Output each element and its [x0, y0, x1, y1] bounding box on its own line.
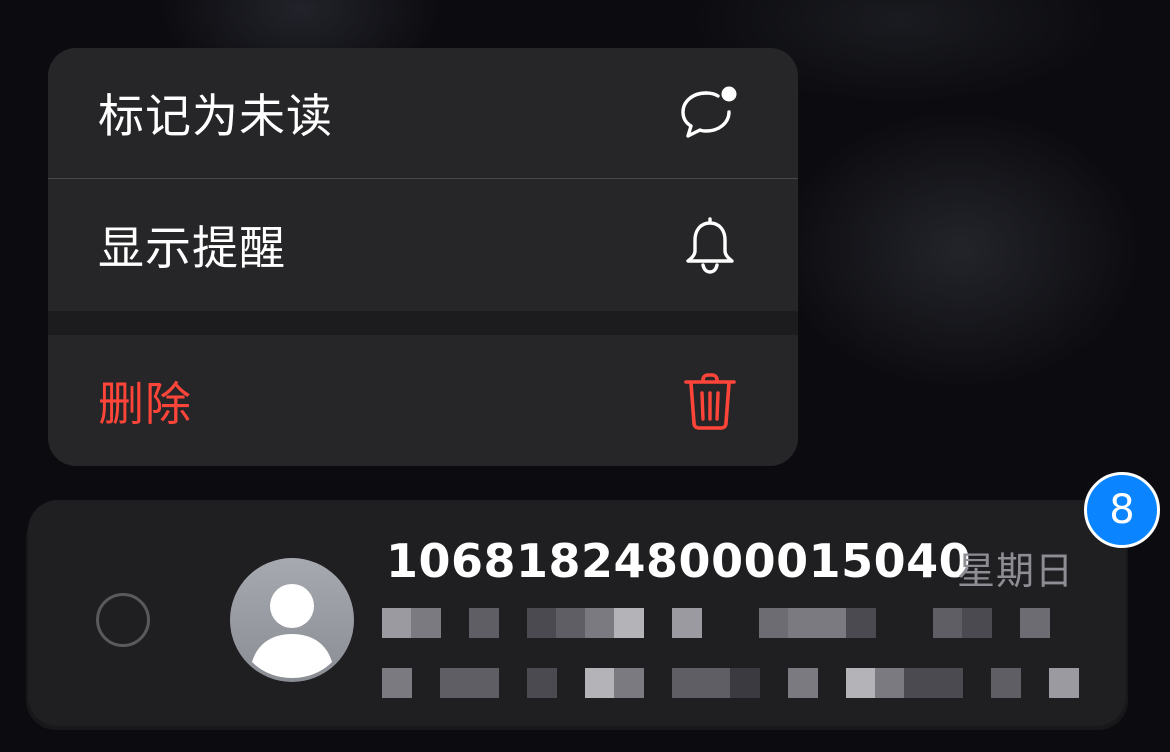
- preview-pixel: [730, 668, 760, 698]
- chat-bubble-dot-icon: [678, 81, 742, 145]
- preview-pixel: [788, 668, 818, 698]
- preview-pixel: [759, 608, 789, 638]
- preview-pixel: [846, 668, 876, 698]
- preview-pixel: [585, 608, 615, 638]
- preview-pixel: [962, 608, 992, 638]
- preview-pixel: [1049, 668, 1079, 698]
- preview-pixel: [817, 608, 847, 638]
- preview-pixel: [527, 668, 557, 698]
- select-checkbox[interactable]: [96, 593, 150, 647]
- preview-pixel: [469, 668, 499, 698]
- message-date: 星期日: [956, 549, 1074, 593]
- context-menu: 标记为未读 显示提醒 删除: [48, 48, 798, 466]
- preview-pixel: [411, 608, 441, 638]
- preview-pixel: [614, 608, 644, 638]
- preview-pixel: [933, 608, 963, 638]
- preview-pixel: [933, 668, 963, 698]
- preview-pixel: [556, 608, 586, 638]
- preview-pixel: [672, 608, 702, 638]
- unread-count-badge: 8: [1084, 472, 1160, 548]
- menu-item-label: 显示提醒: [98, 221, 286, 275]
- menu-item-label: 删除: [98, 376, 192, 431]
- preview-pixel: [382, 608, 412, 638]
- preview-pixel: [701, 668, 731, 698]
- pixelated-preview-icon: [382, 608, 1082, 704]
- menu-item-show-alerts[interactable]: 显示提醒: [48, 179, 798, 311]
- preview-pixel: [672, 668, 702, 698]
- person-silhouette-icon: [230, 558, 354, 682]
- preview-pixel: [846, 608, 876, 638]
- preview-pixel: [382, 668, 412, 698]
- trash-icon: [678, 369, 742, 433]
- menu-item-mark-unread[interactable]: 标记为未读: [48, 48, 798, 178]
- menu-item-label: 标记为未读: [98, 89, 333, 143]
- preview-pixel: [904, 668, 934, 698]
- preview-pixel: [527, 608, 557, 638]
- menu-item-delete[interactable]: 删除: [48, 335, 798, 466]
- preview-pixel: [788, 608, 818, 638]
- preview-pixel: [585, 668, 615, 698]
- menu-section-separator: [48, 311, 798, 335]
- preview-pixel: [440, 668, 470, 698]
- preview-pixel: [1020, 608, 1050, 638]
- preview-pixel: [614, 668, 644, 698]
- sender-name: 106818248000015040: [386, 534, 972, 588]
- preview-pixel: [469, 608, 499, 638]
- bell-icon: [678, 213, 742, 277]
- preview-pixel: [991, 668, 1021, 698]
- preview-pixel: [875, 668, 905, 698]
